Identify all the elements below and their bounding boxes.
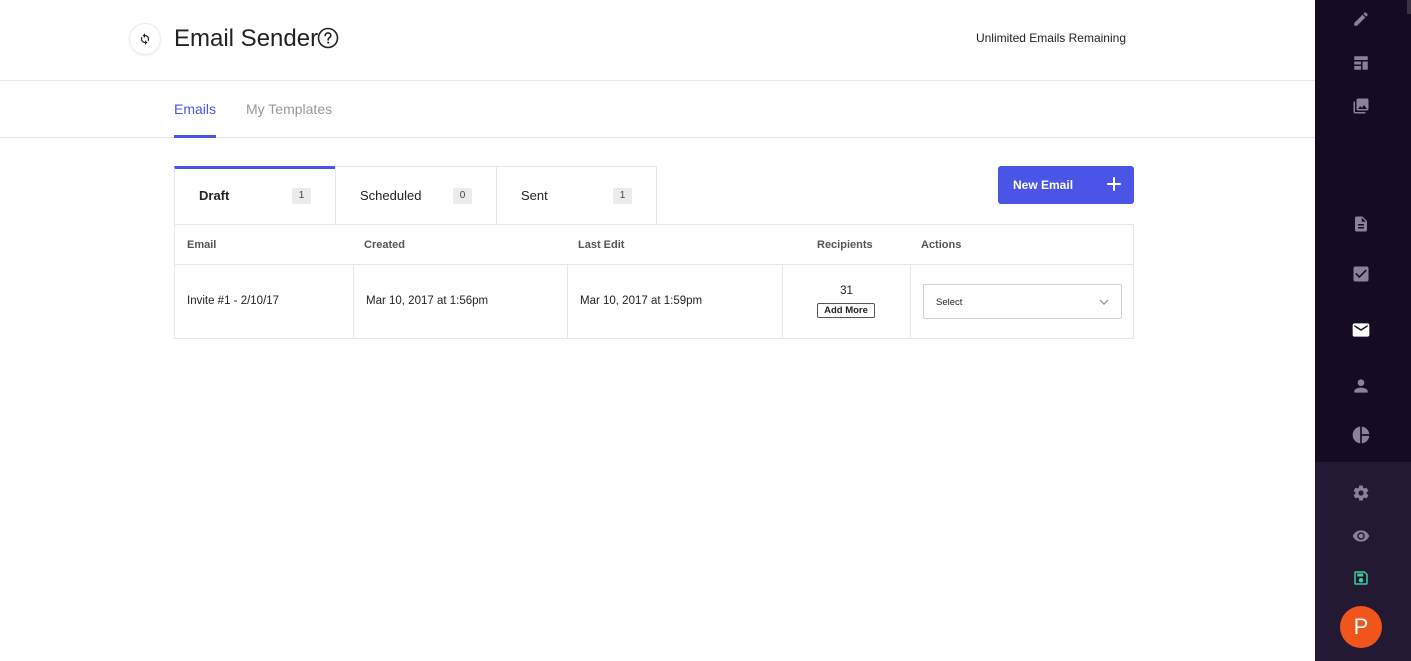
emails-remaining-label: Unlimited Emails Remaining — [975, 31, 1126, 45]
right-sidebar: P — [1315, 0, 1411, 661]
status-tab-label: Sent — [521, 188, 548, 203]
page-tabs: Emails My Templates — [0, 81, 1315, 138]
column-header-actions: Actions — [921, 239, 962, 251]
count-badge: 1 — [292, 188, 311, 204]
page-header: Email Sender Unlimited Emails Remaining — [0, 0, 1315, 81]
recipients-count: 31 — [840, 285, 853, 297]
pie-chart-icon[interactable] — [1351, 425, 1371, 445]
main-area: Email Sender Unlimited Emails Remaining … — [0, 0, 1315, 661]
last-edit-date: Mar 10, 2017 at 1:59pm — [580, 295, 703, 307]
status-tab-scheduled[interactable]: Scheduled 0 — [335, 166, 496, 225]
help-button[interactable] — [317, 27, 339, 49]
column-header-last-edit: Last Edit — [578, 239, 625, 251]
eye-icon[interactable] — [1351, 526, 1371, 546]
last-edit-cell: Mar 10, 2017 at 1:59pm — [567, 265, 782, 338]
recipients-cell: 31 Add More — [782, 265, 910, 338]
save-icon[interactable] — [1351, 568, 1371, 588]
created-date: Mar 10, 2017 at 1:56pm — [366, 295, 489, 307]
chevron-down-icon — [1099, 299, 1109, 305]
column-header-email: Email — [187, 239, 217, 251]
table-header: Email Created Last Edit Recipients Actio… — [175, 225, 1133, 265]
checkbox-icon[interactable] — [1351, 264, 1371, 284]
refresh-button[interactable] — [130, 24, 160, 54]
gear-icon[interactable] — [1351, 483, 1371, 503]
status-tab-label: Scheduled — [360, 188, 422, 203]
new-email-button[interactable]: New Email — [998, 166, 1134, 204]
tab-my-templates[interactable]: My Templates — [246, 101, 332, 117]
person-icon[interactable] — [1351, 376, 1371, 396]
refresh-icon — [140, 33, 150, 45]
avatar[interactable]: P — [1340, 606, 1382, 648]
tab-emails[interactable]: Emails — [174, 101, 217, 138]
status-tabs: Draft 1 Scheduled 0 Sent 1 — [174, 166, 657, 225]
email-name[interactable]: Invite #1 - 2/10/17 — [187, 295, 279, 307]
pencil-icon[interactable] — [1351, 9, 1371, 29]
new-email-label: New Email — [1013, 178, 1074, 192]
question-circle-icon — [317, 27, 339, 49]
layout-icon[interactable] — [1351, 53, 1371, 73]
actions-cell: Select — [910, 265, 1133, 338]
emails-table: Email Created Last Edit Recipients Actio… — [174, 224, 1134, 339]
status-tab-sent[interactable]: Sent 1 — [496, 166, 657, 225]
scrollbar-thumb — [1407, 0, 1411, 14]
page-title: Email Sender — [174, 25, 319, 52]
status-tab-label: Draft — [199, 188, 230, 203]
mail-icon[interactable] — [1351, 320, 1371, 340]
document-icon[interactable] — [1351, 214, 1371, 234]
status-tab-draft[interactable]: Draft 1 — [174, 166, 335, 225]
image-icon[interactable] — [1351, 96, 1371, 116]
column-header-created: Created — [364, 239, 405, 251]
actions-select[interactable]: Select — [923, 284, 1122, 319]
created-cell: Mar 10, 2017 at 1:56pm — [353, 265, 567, 338]
add-more-button[interactable]: Add More — [817, 303, 875, 318]
column-header-recipients: Recipients — [817, 239, 873, 251]
email-cell: Invite #1 - 2/10/17 — [175, 265, 353, 338]
sidebar-lower-panel: P — [1315, 462, 1411, 661]
count-badge: 1 — [613, 188, 632, 204]
table-row: Invite #1 - 2/10/17 Mar 10, 2017 at 1:56… — [175, 265, 1133, 338]
count-badge: 0 — [453, 188, 472, 204]
plus-icon — [1107, 177, 1121, 191]
select-value: Select — [936, 297, 963, 308]
